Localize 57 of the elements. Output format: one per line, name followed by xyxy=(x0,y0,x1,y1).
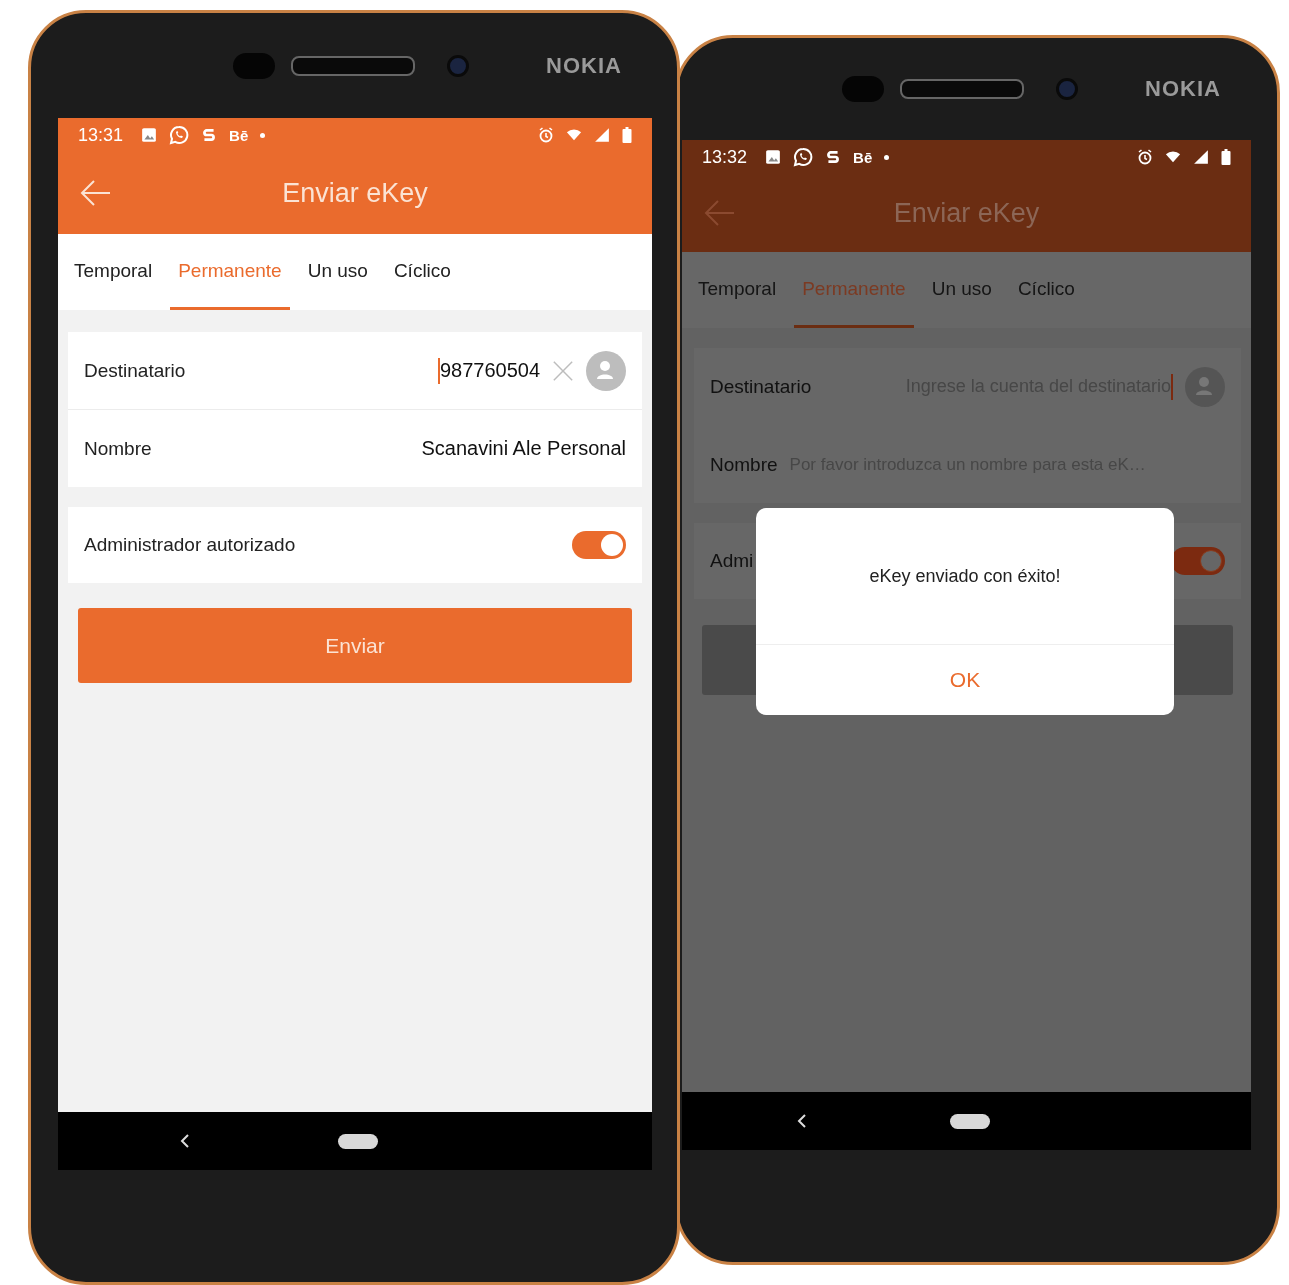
tab[interactable]: Un uso xyxy=(299,234,376,310)
send-button[interactable]: Enviar xyxy=(78,608,632,683)
wifi-icon xyxy=(566,127,582,143)
s-logo-icon xyxy=(201,127,218,143)
alarm-icon xyxy=(538,127,554,143)
brand-logo: NOKIA xyxy=(546,52,622,79)
field-label: Destinatario xyxy=(710,375,812,398)
more-notifications-icon xyxy=(884,154,890,160)
home-pill-icon[interactable] xyxy=(338,1133,378,1149)
home-pill-icon[interactable] xyxy=(950,1113,990,1129)
tab[interactable]: Un uso xyxy=(923,252,1000,328)
s-logo-icon xyxy=(825,149,842,165)
contact-icon[interactable] xyxy=(586,350,626,391)
more-notifications-icon xyxy=(260,132,266,138)
chat-bubble-icon xyxy=(793,147,814,167)
setting-label: Admi xyxy=(710,550,754,572)
speaker-grille-icon xyxy=(291,55,415,76)
tab[interactable]: Cíclico xyxy=(1009,252,1083,328)
input-field[interactable]: Scanavini Ale Personal xyxy=(163,437,626,460)
image-icon xyxy=(141,127,158,143)
notification-glyph: Bē xyxy=(853,148,873,166)
front-camera-icon xyxy=(842,76,884,102)
screen-title: Enviar eKey xyxy=(892,197,1041,229)
speaker-grille-icon xyxy=(900,79,1024,99)
tab[interactable]: Temporal xyxy=(66,234,161,310)
screen-title: Enviar eKey xyxy=(281,177,429,209)
battery-icon xyxy=(622,127,632,143)
field-label: Destinatario xyxy=(84,359,186,382)
camera-lens-icon xyxy=(447,54,469,77)
clear-icon[interactable] xyxy=(552,359,574,382)
image-icon xyxy=(765,149,782,165)
nav-back-icon[interactable] xyxy=(797,1113,807,1129)
toggle-switch[interactable] xyxy=(572,531,626,559)
battery-icon xyxy=(1221,149,1231,165)
input-field[interactable]: 987760504 xyxy=(197,357,540,384)
brand-logo: NOKIA xyxy=(1145,76,1221,102)
dialog-message: eKey enviado con éxito! xyxy=(756,508,1174,645)
toggle-switch[interactable] xyxy=(1171,547,1225,575)
ok-button[interactable]: OK xyxy=(756,645,1174,715)
signal-icon xyxy=(594,127,610,143)
notification-glyph: Bē xyxy=(229,126,249,144)
tab[interactable]: Temporal xyxy=(690,252,785,328)
signal-icon xyxy=(1193,149,1209,165)
field-label: Nombre xyxy=(84,437,152,460)
camera-lens-icon xyxy=(1056,78,1078,100)
wifi-icon xyxy=(1165,149,1181,165)
setting-label: Administrador autorizado xyxy=(84,534,296,556)
tab[interactable]: Permanente xyxy=(170,234,290,310)
field-label: Nombre xyxy=(710,453,778,476)
status-time: 13:32 xyxy=(702,146,748,168)
front-camera-icon xyxy=(233,52,275,79)
chat-bubble-icon xyxy=(169,125,190,145)
alarm-icon xyxy=(1137,149,1153,165)
tab[interactable]: Cíclico xyxy=(385,234,459,310)
nav-back-icon[interactable] xyxy=(180,1133,190,1149)
status-time: 13:31 xyxy=(78,124,124,146)
contact-icon[interactable] xyxy=(1185,366,1225,407)
